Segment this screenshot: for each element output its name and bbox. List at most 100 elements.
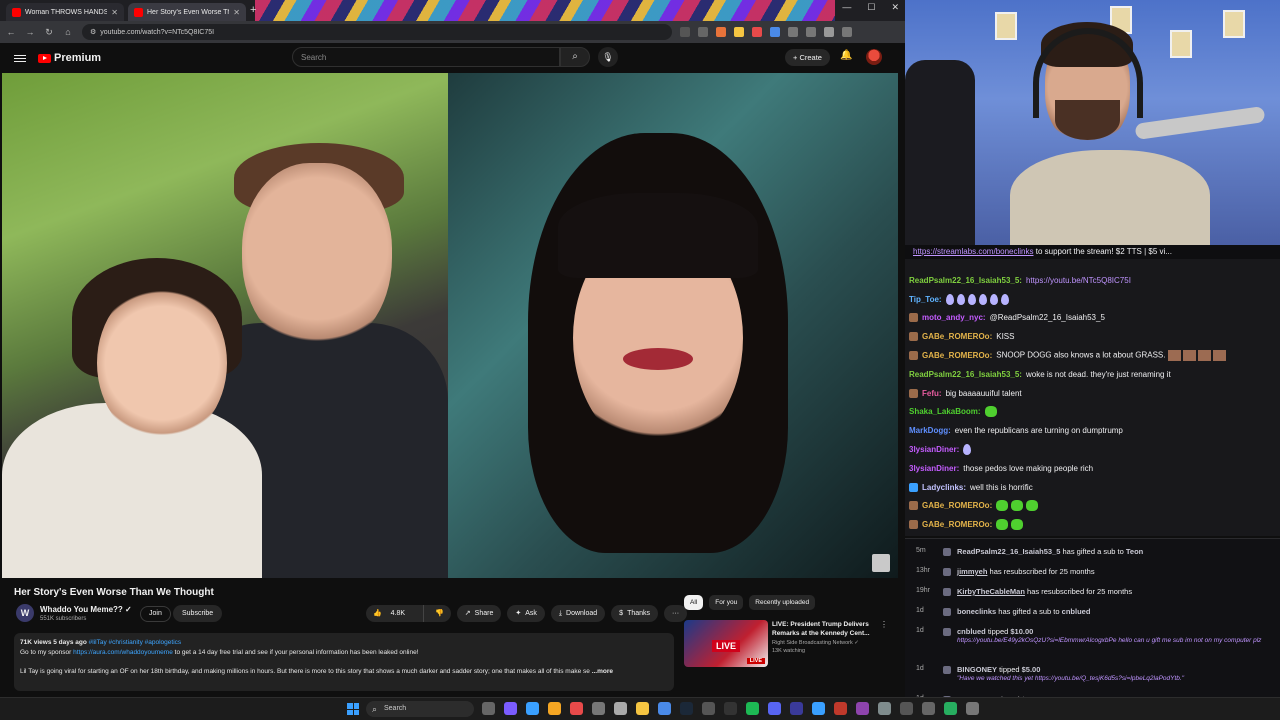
new-tab-icon[interactable]: + bbox=[250, 4, 256, 16]
app-icon[interactable] bbox=[526, 702, 539, 715]
app-icon[interactable] bbox=[878, 702, 891, 715]
share-button[interactable]: ↗ Share bbox=[456, 605, 502, 622]
thanks-button[interactable]: $ Thanks bbox=[611, 605, 659, 622]
extension-icon[interactable] bbox=[752, 27, 762, 37]
chat-username[interactable]: ReadPsalm22_16_Isaiah53_5: bbox=[909, 370, 1022, 379]
app-icon[interactable] bbox=[790, 702, 803, 715]
app-icon[interactable] bbox=[614, 702, 627, 715]
join-button[interactable]: Join bbox=[140, 606, 171, 622]
video-player[interactable] bbox=[2, 73, 898, 578]
tip-link[interactable]: https://youtu.be/Q_tesjK6d5s?si=lpbeLq2l… bbox=[1035, 675, 1180, 682]
hamburger-menu-icon[interactable] bbox=[14, 53, 26, 64]
app-icon[interactable] bbox=[944, 702, 957, 715]
download-button[interactable]: ⤓ Download bbox=[550, 605, 606, 622]
extension-icon[interactable] bbox=[716, 27, 726, 37]
url-field[interactable]: ⚙ youtube.com/watch?v=NTc5Q8IC75I bbox=[82, 24, 672, 40]
chat-username[interactable]: ReadPsalm22_16_Isaiah53_5: bbox=[909, 276, 1022, 285]
channel-avatar[interactable]: W bbox=[16, 604, 34, 622]
chat-username[interactable]: Fefu: bbox=[922, 389, 942, 398]
event-user[interactable]: ReadPsalm22_16_Isaiah53_5 bbox=[957, 547, 1060, 556]
chat-username[interactable]: 3lysianDiner: bbox=[909, 464, 959, 473]
extensions-puzzle-icon[interactable] bbox=[788, 27, 798, 37]
browser-menu-icon[interactable] bbox=[842, 27, 852, 37]
back-icon[interactable]: ← bbox=[3, 27, 19, 37]
home-icon[interactable]: ⌂ bbox=[60, 27, 76, 37]
account-avatar[interactable] bbox=[866, 49, 882, 65]
ask-button[interactable]: ✦ Ask bbox=[507, 605, 545, 622]
app-icon[interactable] bbox=[702, 702, 715, 715]
maximize-icon[interactable]: ☐ bbox=[867, 2, 875, 13]
sponsor-link[interactable]: https://aura.com/whaddoyoumeme bbox=[73, 649, 173, 656]
chip-recently-uploaded[interactable]: Recently uploaded bbox=[749, 595, 816, 610]
discord-icon[interactable] bbox=[768, 702, 781, 715]
hashtags[interactable]: #lilTay #christianity #apologetics bbox=[89, 639, 182, 646]
extension-icon[interactable] bbox=[734, 27, 744, 37]
dislike-button[interactable]: 👎 bbox=[428, 605, 451, 622]
chat-username[interactable]: Shaka_LakaBoom: bbox=[909, 407, 981, 416]
install-icon[interactable] bbox=[680, 27, 690, 37]
recommended-title[interactable]: LIVE: President Trump Delivers Remarks a… bbox=[772, 620, 882, 638]
description-box[interactable]: 71K views 5 days ago #lilTay #christiani… bbox=[14, 633, 674, 691]
tab-her-story[interactable]: Her Story's Even Worse Th ✕ bbox=[128, 3, 246, 21]
close-window-icon[interactable]: ✕ bbox=[891, 2, 899, 13]
side-panel-icon[interactable] bbox=[806, 27, 816, 37]
app-icon[interactable] bbox=[592, 702, 605, 715]
chat-username[interactable]: GABe_ROMEROo: bbox=[922, 520, 992, 529]
app-icon[interactable] bbox=[570, 702, 583, 715]
windows-start-icon[interactable] bbox=[347, 703, 359, 715]
chat-username[interactable]: MarkDogg: bbox=[909, 426, 951, 435]
create-button[interactable]: + Create bbox=[785, 49, 830, 66]
app-icon[interactable] bbox=[966, 702, 979, 715]
microphone-icon[interactable]: 🎙 bbox=[598, 47, 618, 67]
app-icon[interactable] bbox=[658, 702, 671, 715]
reload-icon[interactable]: ↻ bbox=[41, 27, 57, 38]
youtube-premium-logo[interactable]: Premium bbox=[38, 52, 101, 64]
chat-username[interactable]: 3lysianDiner: bbox=[909, 445, 959, 454]
minimize-icon[interactable]: — bbox=[842, 2, 851, 13]
app-icon[interactable] bbox=[922, 702, 935, 715]
event-user[interactable]: jimmyeh bbox=[957, 567, 987, 576]
close-tab-icon[interactable]: ✕ bbox=[111, 8, 118, 17]
task-view-icon[interactable] bbox=[482, 702, 495, 715]
chat-username[interactable]: Ladyclinks: bbox=[922, 483, 966, 492]
ticker-link[interactable]: https://streamlabs.com/boneclinks bbox=[913, 247, 1034, 256]
chrome-icon[interactable] bbox=[548, 702, 561, 715]
search-icon[interactable]: ⌕ bbox=[560, 47, 590, 67]
bookmark-star-icon[interactable] bbox=[698, 27, 708, 37]
app-icon[interactable] bbox=[856, 702, 869, 715]
spotify-icon[interactable] bbox=[746, 702, 759, 715]
extension-icon[interactable] bbox=[770, 27, 780, 37]
app-icon[interactable] bbox=[724, 702, 737, 715]
show-more-link[interactable]: ...more bbox=[592, 668, 613, 675]
forward-icon[interactable]: → bbox=[22, 27, 38, 37]
channel-watermark[interactable] bbox=[872, 554, 890, 572]
file-explorer-icon[interactable] bbox=[636, 702, 649, 715]
app-icon[interactable] bbox=[900, 702, 913, 715]
event-user[interactable]: BINGONEY bbox=[957, 665, 997, 674]
taskbar-search[interactable]: Search bbox=[366, 701, 474, 717]
event-user[interactable]: boneclinks bbox=[957, 607, 996, 616]
tip-link[interactable]: https://youtu.be/E49y2kOsQzU?si=lEbmmwrA… bbox=[957, 637, 1117, 644]
tab-woman-throws-hands[interactable]: Woman THROWS HANDS on ✕ bbox=[6, 3, 124, 21]
notifications-bell-icon[interactable]: 🔔 bbox=[840, 50, 852, 61]
recommended-video[interactable]: LIVE LIVE LIVE: President Trump Delivers… bbox=[684, 620, 894, 670]
chat-link[interactable]: https://youtu.be/NTc5Q8IC75I bbox=[1026, 276, 1131, 285]
site-info-icon[interactable]: ⚙ bbox=[90, 28, 96, 36]
chat-username[interactable]: GABe_ROMEROo: bbox=[922, 501, 992, 510]
chat-username[interactable]: moto_andy_nyc: bbox=[922, 313, 986, 322]
chat-username[interactable]: Tip_Toe: bbox=[909, 295, 942, 304]
event-user[interactable]: cnblued bbox=[957, 627, 986, 636]
chip-all[interactable]: All bbox=[684, 595, 704, 610]
event-user[interactable]: KirbyTheCableMan bbox=[957, 587, 1025, 596]
chip-for-you[interactable]: For you bbox=[709, 595, 744, 610]
search-input[interactable]: Search bbox=[292, 47, 560, 67]
like-button[interactable]: 👍 4.8K bbox=[366, 605, 419, 622]
app-icon[interactable] bbox=[504, 702, 517, 715]
channel-name[interactable]: Whaddo You Meme?? ✓ bbox=[40, 605, 132, 614]
chat-username[interactable]: GABe_ROMEROo: bbox=[922, 332, 992, 341]
steam-icon[interactable] bbox=[680, 702, 693, 715]
chat-username[interactable]: GABe_ROMEROo: bbox=[922, 351, 992, 360]
app-icon[interactable] bbox=[812, 702, 825, 715]
more-vert-icon[interactable]: ⋮ bbox=[880, 620, 888, 629]
app-icon[interactable] bbox=[834, 702, 847, 715]
